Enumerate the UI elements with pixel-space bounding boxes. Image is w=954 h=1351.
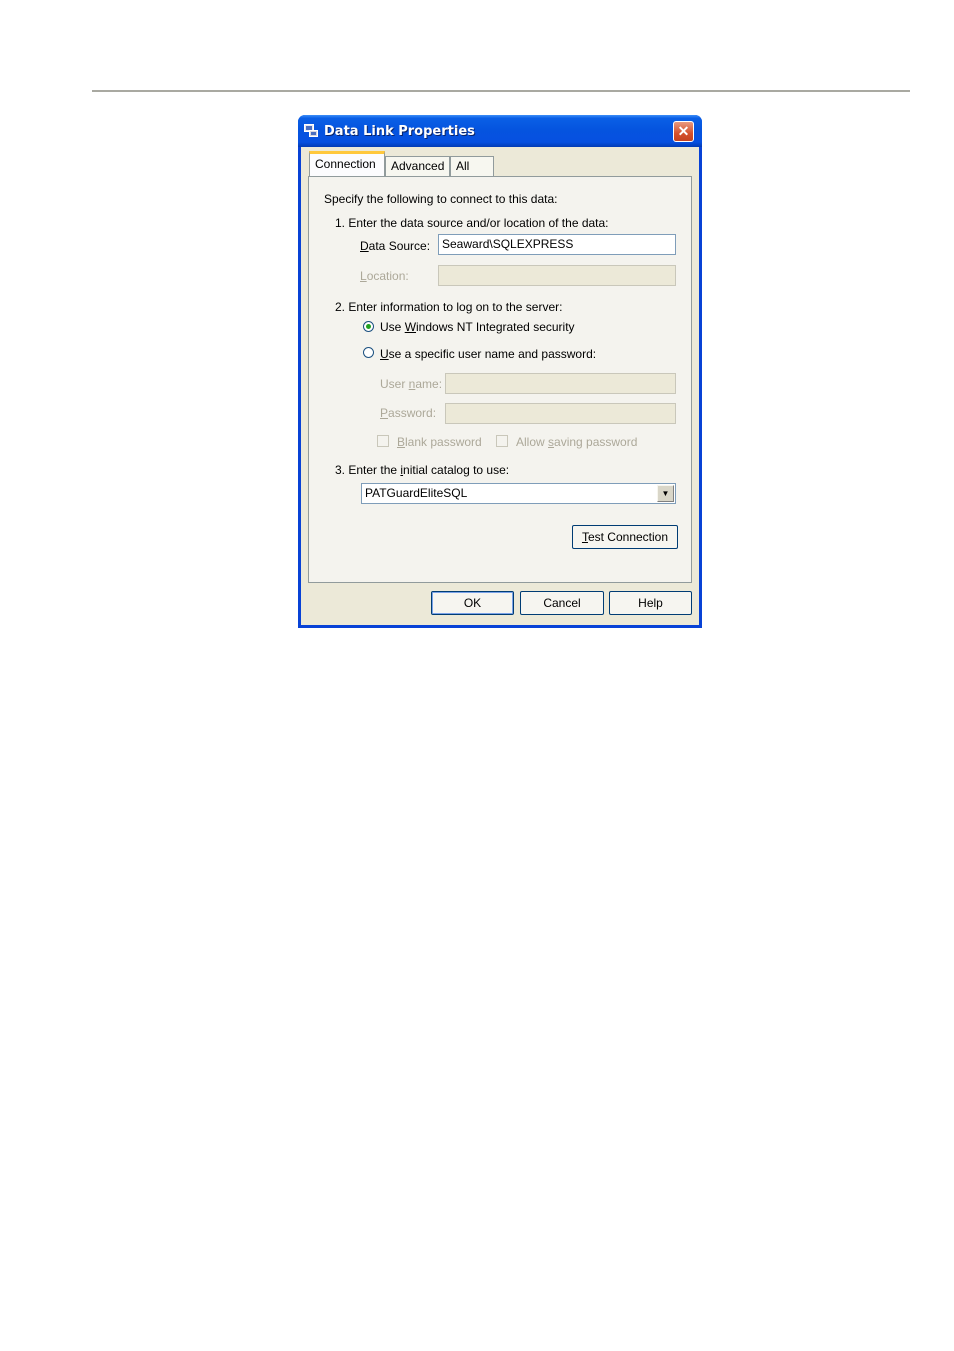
cancel-button[interactable]: Cancel (520, 591, 604, 615)
tab-all[interactable]: All (450, 156, 494, 176)
radio-nt-label[interactable]: Use Windows NT Integrated security (380, 320, 575, 334)
password-input[interactable] (445, 403, 676, 424)
catalog-combobox[interactable]: PATGuardEliteSQL ▼ (361, 483, 676, 504)
catalog-value: PATGuardEliteSQL (365, 486, 468, 500)
password-label: Password: (380, 406, 437, 420)
data-source-input[interactable]: Seaward\SQLEXPRESS (438, 234, 676, 255)
help-button[interactable]: Help (609, 591, 692, 615)
window-title: Data Link Properties (324, 124, 475, 139)
connection-tab-panel: Specify the following to connect to this… (308, 176, 692, 583)
tab-connection[interactable]: Connection (309, 151, 385, 176)
location-input[interactable] (438, 265, 676, 286)
title-bar[interactable]: Data Link Properties ✕ (298, 115, 702, 147)
radio-specific-label[interactable]: Use a specific user name and password: (380, 347, 596, 361)
radio-specific-user[interactable] (363, 347, 374, 358)
close-icon[interactable]: ✕ (673, 121, 694, 142)
tab-advanced[interactable]: Advanced (385, 156, 450, 176)
ok-button[interactable]: OK (431, 591, 514, 615)
test-connection-button[interactable]: Test Connection (572, 525, 678, 549)
location-label: Location: (360, 269, 409, 283)
radio-nt-security[interactable] (363, 321, 374, 332)
allow-saving-checkbox[interactable] (496, 435, 508, 447)
data-link-properties-window: Data Link Properties ✕ Connection Advanc… (298, 115, 702, 628)
intro-text: Specify the following to connect to this… (324, 192, 558, 206)
username-input[interactable] (445, 373, 676, 394)
data-link-icon (304, 124, 318, 137)
step1-heading: 1. Enter the data source and/or location… (335, 216, 609, 230)
header-rule (92, 90, 910, 92)
username-label: User name: (380, 377, 443, 391)
step2-heading: 2. Enter information to log on to the se… (335, 300, 563, 314)
blank-password-label[interactable]: Blank password (397, 435, 482, 449)
blank-password-checkbox[interactable] (377, 435, 389, 447)
data-source-label: Data Source: (360, 239, 431, 253)
dialog-client-area: Connection Advanced All Specify the foll… (301, 147, 699, 625)
allow-saving-label[interactable]: Allow saving password (516, 435, 637, 449)
step3-heading: 3. Enter the initial catalog to use: (335, 463, 510, 477)
chevron-down-icon[interactable]: ▼ (657, 485, 674, 502)
